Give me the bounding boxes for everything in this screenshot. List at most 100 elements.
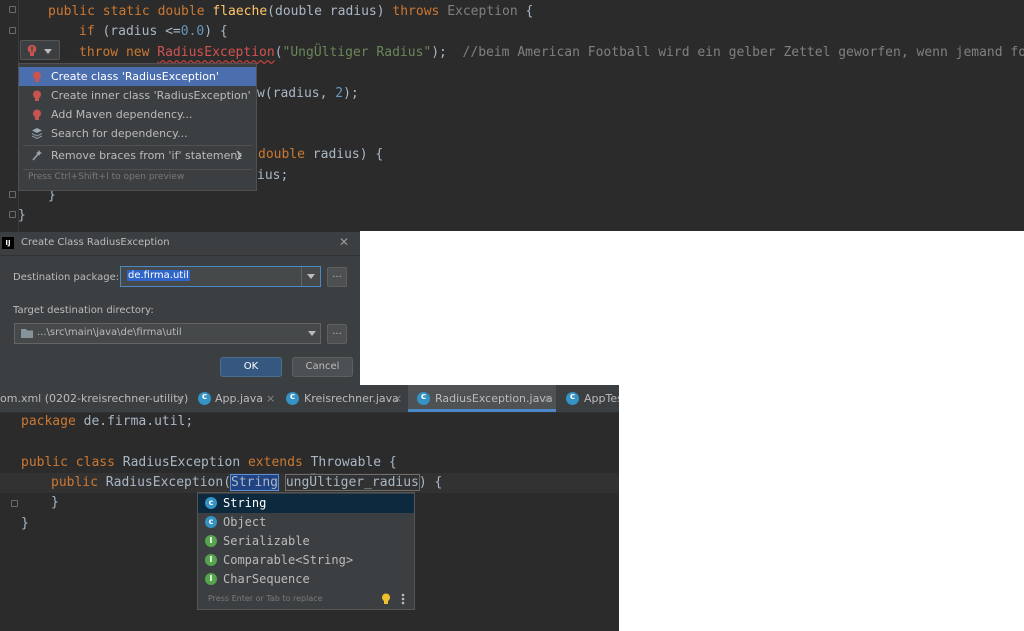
code-comment: //beim American Football wird ein gelber… xyxy=(462,45,1024,60)
close-icon[interactable]: × xyxy=(543,385,552,412)
editor-tab-bar: om.xml (0202-kreisrechner-utility) × App… xyxy=(0,385,619,413)
tab-label: RadiusException.java xyxy=(435,392,553,405)
code-text: (double radius) xyxy=(267,4,393,19)
class-icon xyxy=(286,391,299,405)
code-line[interactable]: throw new RadiusException("UngÜltiger Ra… xyxy=(79,43,1024,63)
close-icon[interactable]: ✕ xyxy=(339,235,349,249)
code-text: ); xyxy=(431,45,463,60)
dialog-title-bar: IJ Create Class RadiusException ✕ xyxy=(0,232,360,256)
completion-label: Object xyxy=(223,515,267,529)
code-line[interactable]: public static double flaeche(double radi… xyxy=(48,2,533,22)
more-vertical-icon[interactable] xyxy=(401,593,405,605)
interface-icon xyxy=(205,573,217,585)
code-text: } xyxy=(21,516,29,531)
menu-item-add-maven-dependency[interactable]: Add Maven dependency... xyxy=(19,105,256,124)
menu-item-label: Create inner class 'RadiusException' xyxy=(51,89,251,102)
code-line[interactable]: } xyxy=(21,514,29,534)
code-text: radius) { xyxy=(304,147,384,162)
close-icon[interactable]: × xyxy=(175,385,184,412)
code-text: w(radius, xyxy=(257,86,336,101)
code-text: de.firma.util; xyxy=(75,414,194,429)
dropdown-button[interactable] xyxy=(301,267,321,286)
code-line[interactable]: ius; xyxy=(257,166,288,186)
completion-item-charsequence[interactable]: CharSequence xyxy=(198,570,414,589)
menu-item-remove-braces[interactable]: Remove braces from 'if' statement xyxy=(19,146,256,165)
completion-label: Serializable xyxy=(223,534,310,548)
code-line[interactable]: if (radius <=0.0) { xyxy=(79,22,228,42)
code-line[interactable]: w(radius, 2); xyxy=(257,84,359,104)
menu-item-search-dependency[interactable]: Search for dependency... xyxy=(19,124,256,143)
chevron-down-icon xyxy=(307,274,315,279)
class-icon xyxy=(566,391,579,405)
close-icon[interactable]: × xyxy=(266,385,275,412)
template-param-type[interactable]: String xyxy=(230,474,279,491)
tab-label: Kreisrechner.java xyxy=(304,392,399,405)
completion-item-string[interactable]: String xyxy=(198,494,414,513)
code-line[interactable]: public RadiusException(String ungÜltiger… xyxy=(51,473,442,493)
code-text: RadiusException( xyxy=(97,475,232,490)
fold-marker[interactable] xyxy=(9,191,16,198)
menu-item-create-inner-class[interactable]: Create inner class 'RadiusException' xyxy=(19,86,256,105)
method-name: flaeche xyxy=(212,4,268,19)
ok-button[interactable]: OK xyxy=(220,357,282,377)
menu-separator xyxy=(23,169,252,170)
destination-package-label: Destination package: xyxy=(13,272,120,283)
fold-marker[interactable] xyxy=(9,27,16,34)
tab-radius-exception-java[interactable]: RadiusException.java × xyxy=(408,385,556,412)
intention-actions-popup: Create class 'RadiusException' Create in… xyxy=(18,63,257,191)
menu-item-label: Search for dependency... xyxy=(51,127,188,140)
target-directory-select[interactable]: ...\src\main\java\de\firma\util xyxy=(14,323,321,344)
keyword: public class xyxy=(21,455,115,470)
template-param-name[interactable]: ungÜltiger_radius xyxy=(284,474,420,491)
code-text: Throwable { xyxy=(302,455,397,470)
code-text: } xyxy=(18,208,26,223)
code-line[interactable]: } xyxy=(51,493,59,513)
editor-top[interactable]: public static double flaeche(double radi… xyxy=(0,0,1024,231)
red-bulb-icon xyxy=(33,90,41,101)
keyword: throw new xyxy=(79,45,158,60)
completion-item-serializable[interactable]: Serializable xyxy=(198,532,414,551)
code-line[interactable]: public class RadiusException extends Thr… xyxy=(21,453,397,473)
tab-label: om.xml (0202-kreisrechner-utility) xyxy=(0,392,189,405)
keyword: if xyxy=(79,24,95,39)
close-icon[interactable]: × xyxy=(393,385,402,412)
tab-label: AppTes xyxy=(584,392,619,405)
browse-package-button[interactable]: ... xyxy=(327,267,347,287)
tab-app-java[interactable]: App.java × xyxy=(192,385,279,412)
class-icon xyxy=(198,391,211,405)
code-text: } xyxy=(51,495,59,510)
yellow-bulb-icon[interactable] xyxy=(381,593,391,605)
fold-marker[interactable] xyxy=(11,500,18,507)
completion-item-comparable[interactable]: Comparable<String> xyxy=(198,551,414,570)
quick-fix-button[interactable] xyxy=(20,40,60,60)
tab-apptest-java[interactable]: AppTes xyxy=(560,385,619,412)
code-line[interactable]: double radius) { xyxy=(258,145,383,165)
code-completion-popup: String Object Serializable Comparable<St… xyxy=(197,492,415,610)
tab-kreisrechner-java[interactable]: Kreisrechner.java × xyxy=(280,385,406,412)
fold-marker[interactable] xyxy=(9,6,16,13)
exception-type: Exception xyxy=(447,4,518,19)
cancel-button[interactable]: Cancel xyxy=(292,357,353,377)
code-line[interactable]: } xyxy=(18,206,26,226)
stack-icon xyxy=(32,128,42,139)
tab-pom-xml[interactable]: om.xml (0202-kreisrechner-utility) × xyxy=(0,385,191,412)
target-directory-label: Target destination directory: xyxy=(13,305,154,316)
chevron-right-icon xyxy=(236,151,242,160)
completion-item-object[interactable]: Object xyxy=(198,513,414,532)
browse-directory-button[interactable]: ... xyxy=(327,324,347,344)
class-icon xyxy=(205,497,217,509)
menu-item-create-class[interactable]: Create class 'RadiusException' xyxy=(19,67,256,86)
red-bulb-icon xyxy=(33,71,41,82)
destination-package-input[interactable]: de.firma.util xyxy=(120,266,321,287)
completion-label: CharSequence xyxy=(223,572,310,586)
destination-package-value: de.firma.util xyxy=(127,270,190,281)
tab-label: App.java xyxy=(215,392,264,405)
code-text: ) { xyxy=(204,24,228,39)
red-bulb-icon xyxy=(33,109,41,120)
code-line[interactable]: package de.firma.util; xyxy=(21,412,193,432)
folder-icon xyxy=(21,329,33,338)
code-text: ius; xyxy=(257,168,289,183)
fold-marker[interactable] xyxy=(9,211,16,218)
unresolved-class[interactable]: RadiusException xyxy=(157,45,274,60)
create-class-dialog: IJ Create Class RadiusException ✕ Destin… xyxy=(0,231,360,386)
